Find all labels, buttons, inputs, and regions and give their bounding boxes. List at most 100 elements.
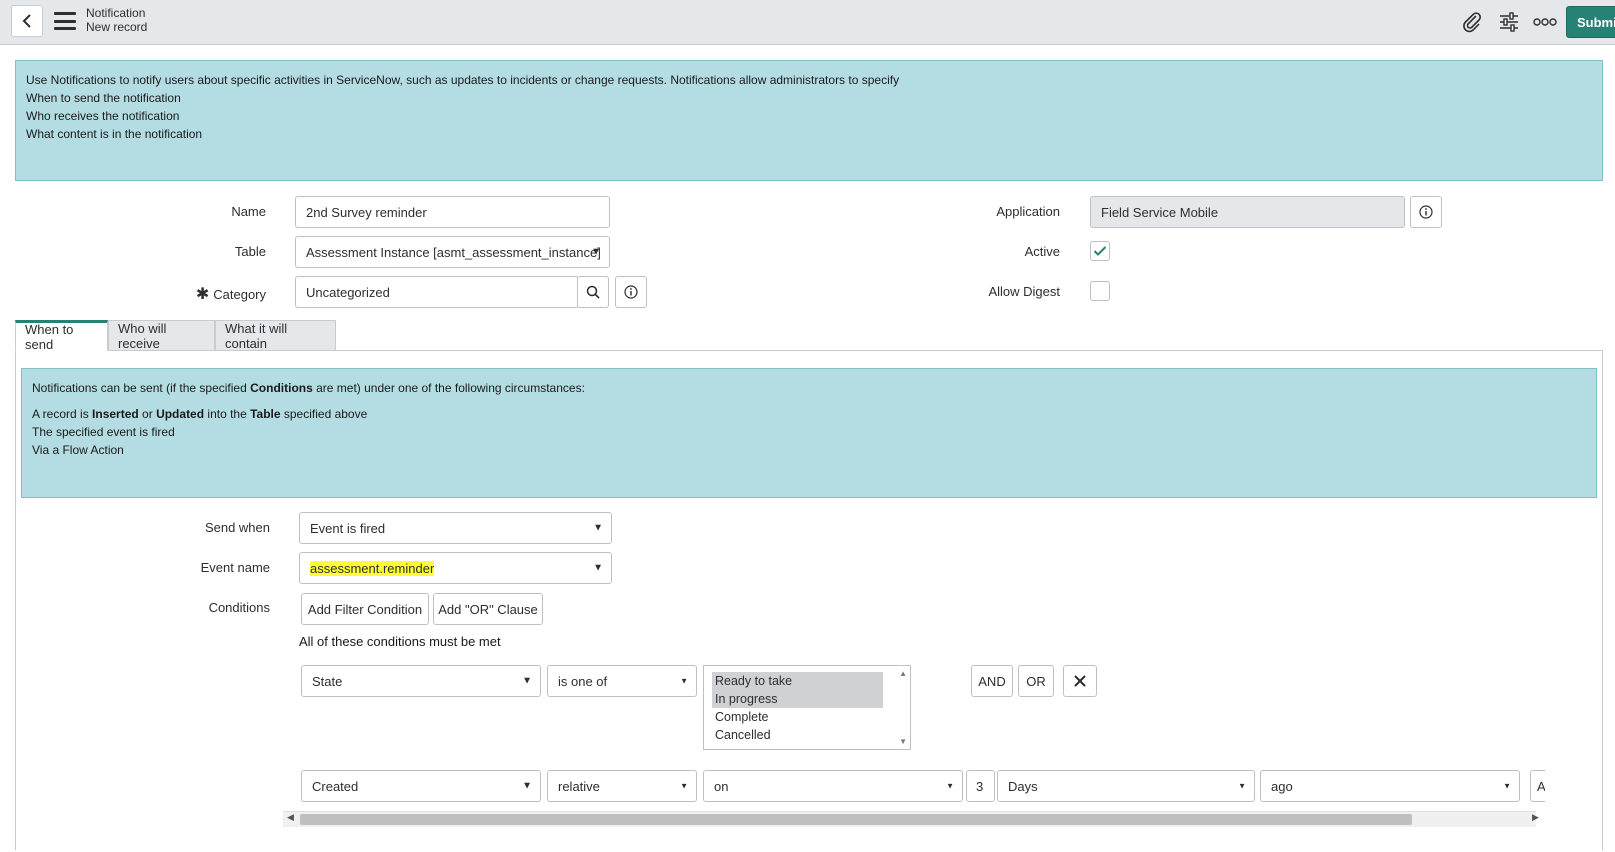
when-info-box: Notifications can be sent (if the specif…	[21, 368, 1597, 498]
caret-down-icon: ▼	[591, 246, 601, 258]
intro-line: When to send the notification	[26, 91, 181, 105]
allow-digest-checkbox[interactable]	[1090, 281, 1110, 301]
condition2-direction-value: ago	[1271, 778, 1293, 794]
intro-line: Who receives the notification	[26, 109, 180, 123]
condition2-amount-field[interactable]: 3	[966, 770, 995, 802]
tab-what-it-will-contain[interactable]: What it will contain	[215, 320, 336, 351]
close-icon	[1074, 675, 1086, 687]
active-label: Active	[1024, 244, 1060, 259]
condition2-amount-value: 3	[976, 778, 984, 794]
caret-down-icon: ▼	[593, 562, 603, 574]
event-name-label: Event name	[200, 560, 270, 575]
info-icon	[624, 285, 638, 299]
when-info-line: Notifications can be sent (if the specif…	[32, 381, 585, 395]
or-button[interactable]: OR	[1018, 665, 1054, 697]
condition-operator-select[interactable]: is one of ▼	[547, 665, 697, 697]
info-icon	[1419, 205, 1433, 219]
scroll-down-icon[interactable]: ▼	[899, 737, 907, 746]
and-button[interactable]: AND	[971, 665, 1013, 697]
category-field[interactable]: Uncategorized	[295, 276, 579, 308]
send-when-value: Event is fired	[310, 520, 386, 536]
intro-line: Use Notifications to notify users about …	[26, 73, 900, 87]
active-checkbox[interactable]	[1090, 241, 1110, 261]
allow-digest-label: Allow Digest	[988, 284, 1060, 299]
caret-down-icon: ▼	[946, 781, 954, 791]
condition2-operator-select[interactable]: relative ▼	[547, 770, 697, 802]
condition2-trailing-value: A	[1537, 778, 1545, 794]
when-info-line: A record is Inserted or Updated into the…	[32, 407, 368, 421]
application-value: Field Service Mobile	[1101, 204, 1219, 220]
tab-who-will-receive[interactable]: Who will receive	[108, 320, 215, 351]
category-label: ✱ Category	[180, 284, 266, 304]
intro-info-box: Use Notifications to notify users about …	[15, 60, 1603, 181]
caret-down-icon: ▼	[522, 780, 532, 792]
add-filter-condition-button[interactable]: Add Filter Condition	[301, 593, 429, 625]
caret-down-icon: ▼	[522, 675, 532, 687]
list-option[interactable]: Ready to take	[712, 672, 883, 690]
checkmark-icon	[1093, 246, 1107, 256]
more-icon[interactable]	[1533, 10, 1557, 34]
condition2-unit-value: Days	[1008, 778, 1038, 794]
header-subtitle: New record	[86, 20, 148, 34]
paperclip-icon[interactable]	[1460, 10, 1484, 34]
conditions-summary: All of these conditions must be met	[299, 634, 501, 649]
table-select[interactable]: Assessment Instance [asmt_assessment_ins…	[295, 236, 610, 268]
caret-down-icon: ▼	[1503, 781, 1511, 791]
name-field[interactable]: 2nd Survey reminder	[295, 196, 610, 228]
scroll-up-icon[interactable]: ▲	[899, 669, 907, 678]
tab-when-to-send[interactable]: When to send	[15, 320, 108, 352]
condition2-field-value: Created	[312, 778, 359, 794]
condition2-field-select[interactable]: Created ▼	[301, 770, 541, 802]
name-label: Name	[231, 204, 266, 219]
category-label-text: Category	[213, 287, 266, 302]
caret-down-icon: ▼	[593, 522, 603, 534]
condition2-trailing-field[interactable]: A	[1530, 770, 1545, 802]
condition-field-value: State	[312, 673, 343, 689]
scroll-right-icon[interactable]: ▶	[1532, 812, 1539, 823]
condition2-when-select[interactable]: on ▼	[703, 770, 963, 802]
intro-line: What content is in the notification	[26, 127, 203, 141]
condition2-operator-value: relative	[558, 778, 600, 794]
when-info-line: The specified event is fired	[32, 425, 175, 439]
header-bar	[0, 0, 1615, 45]
caret-down-icon: ▼	[680, 676, 688, 686]
when-info-line: Via a Flow Action	[32, 443, 124, 457]
condition2-unit-select[interactable]: Days ▼	[997, 770, 1255, 802]
back-button[interactable]	[11, 5, 43, 37]
event-name-value: assessment.reminder	[310, 560, 435, 576]
search-icon	[586, 285, 600, 299]
name-value: 2nd Survey reminder	[306, 204, 427, 220]
caret-down-icon: ▼	[680, 781, 688, 791]
list-option[interactable]: In progress	[712, 690, 883, 708]
category-value: Uncategorized	[306, 284, 390, 300]
state-options-listbox[interactable]: Ready to take In progress Complete Cance…	[703, 665, 911, 750]
list-option[interactable]: Cancelled	[712, 726, 883, 744]
application-info-button[interactable]	[1410, 196, 1442, 228]
condition2-direction-select[interactable]: ago ▼	[1260, 770, 1520, 802]
add-or-clause-button[interactable]: Add "OR" Clause	[433, 593, 543, 625]
required-icon: ✱	[195, 286, 210, 303]
table-value: Assessment Instance [asmt_assessment_ins…	[306, 244, 601, 260]
application-field: Field Service Mobile	[1090, 196, 1405, 228]
send-when-select[interactable]: Event is fired ▼	[299, 512, 612, 544]
category-info-button[interactable]	[615, 276, 647, 308]
application-label: Application	[996, 204, 1060, 219]
page-title: Notification New record	[86, 6, 147, 34]
table-label: Table	[234, 244, 266, 259]
caret-down-icon: ▼	[1238, 781, 1246, 791]
scroll-left-icon[interactable]: ◀	[287, 812, 294, 823]
list-option[interactable]: Complete	[712, 708, 883, 726]
send-when-label: Send when	[204, 520, 270, 535]
menu-icon[interactable]	[54, 12, 76, 30]
event-name-select[interactable]: assessment.reminder ▼	[299, 552, 612, 584]
category-lookup-button[interactable]	[577, 276, 609, 308]
submit-button[interactable]: Submit	[1566, 6, 1615, 38]
conditions-label: Conditions	[208, 600, 270, 615]
condition-operator-value: is one of	[558, 673, 608, 689]
header-title: Notification	[86, 6, 146, 20]
delete-condition-button[interactable]	[1063, 665, 1097, 697]
condition-field-select[interactable]: State ▼	[301, 665, 541, 697]
scrollbar-thumb[interactable]	[300, 814, 1412, 825]
condition2-when-value: on	[714, 778, 729, 794]
settings-sliders-icon[interactable]	[1497, 10, 1521, 34]
